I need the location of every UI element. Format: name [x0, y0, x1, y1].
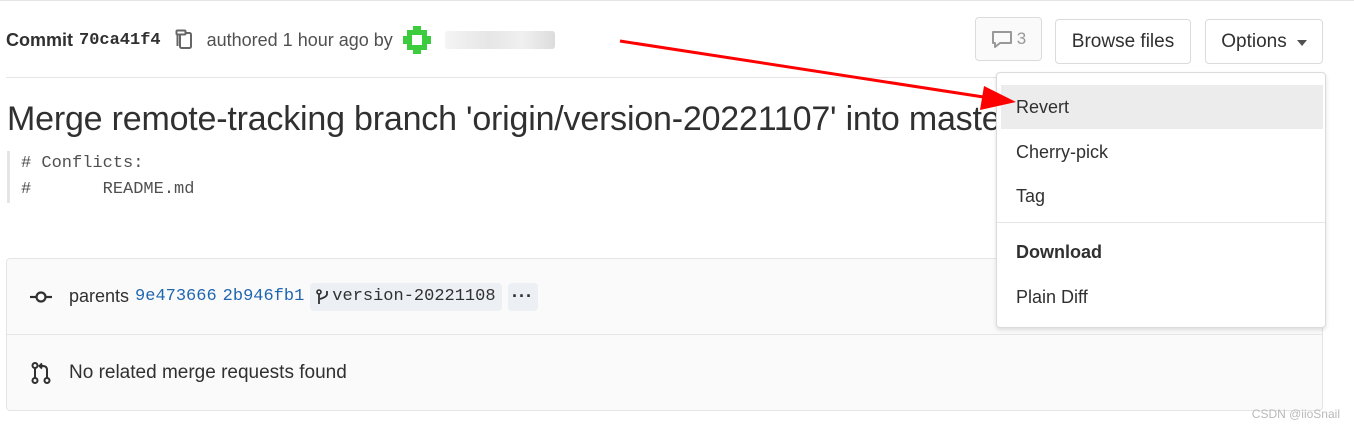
merge-requests-text: No related merge requests found: [69, 362, 347, 383]
copy-icon[interactable]: [175, 29, 193, 51]
comments-count: 3: [1016, 29, 1027, 48]
authored-text: authored 1 hour ago by: [206, 29, 393, 50]
more-refs-button[interactable]: ···: [507, 282, 538, 311]
menu-divider: [997, 222, 1325, 223]
commit-label: Commit: [6, 29, 73, 50]
author-name-redacted[interactable]: [444, 31, 555, 49]
branch-name: version-20221108: [332, 287, 496, 306]
menu-item-tag[interactable]: Tag: [1001, 174, 1323, 218]
options-button[interactable]: Options: [1205, 19, 1323, 64]
author-avatar[interactable]: [400, 24, 433, 56]
options-dropdown: Revert Cherry-pick Tag Download Plain Di…: [996, 72, 1326, 328]
description-line: # Conflicts:: [21, 154, 144, 173]
watermark: CSDN @iioSnail: [1251, 407, 1340, 421]
description-line: # README.md: [21, 180, 195, 199]
comments-button[interactable]: 3: [975, 17, 1042, 61]
merge-requests-row: No related merge requests found: [7, 335, 1322, 411]
menu-header-download: Download: [1016, 241, 1102, 262]
parent-sha-link[interactable]: 2b946fb1: [223, 287, 305, 306]
header-divider: [6, 77, 996, 78]
caret-down-icon: [1296, 39, 1307, 46]
commit-header: Commit 70ca41f4 authored 1 hour ago by: [6, 16, 555, 64]
commit-description: # Conflicts: # README.md: [7, 151, 194, 203]
commit-icon: [29, 285, 53, 309]
options-label: Options: [1221, 30, 1287, 52]
comment-icon: [991, 31, 1012, 48]
top-divider: [0, 0, 1354, 1]
parent-sha-link[interactable]: 9e473666: [135, 287, 217, 306]
browse-files-button[interactable]: Browse files: [1055, 19, 1191, 64]
menu-item-revert[interactable]: Revert: [1001, 85, 1323, 129]
parents-label: parents: [69, 286, 130, 306]
branch-icon: [316, 288, 329, 304]
commit-sha: 70ca41f4: [79, 30, 161, 50]
merge-request-icon: [29, 361, 53, 385]
menu-item-cherry-pick[interactable]: Cherry-pick: [1001, 130, 1323, 174]
commit-title: Merge remote-tracking branch 'origin/ver…: [7, 100, 997, 138]
menu-item-plain-diff[interactable]: Plain Diff: [1001, 275, 1323, 319]
branch-pill[interactable]: version-20221108: [310, 282, 502, 311]
